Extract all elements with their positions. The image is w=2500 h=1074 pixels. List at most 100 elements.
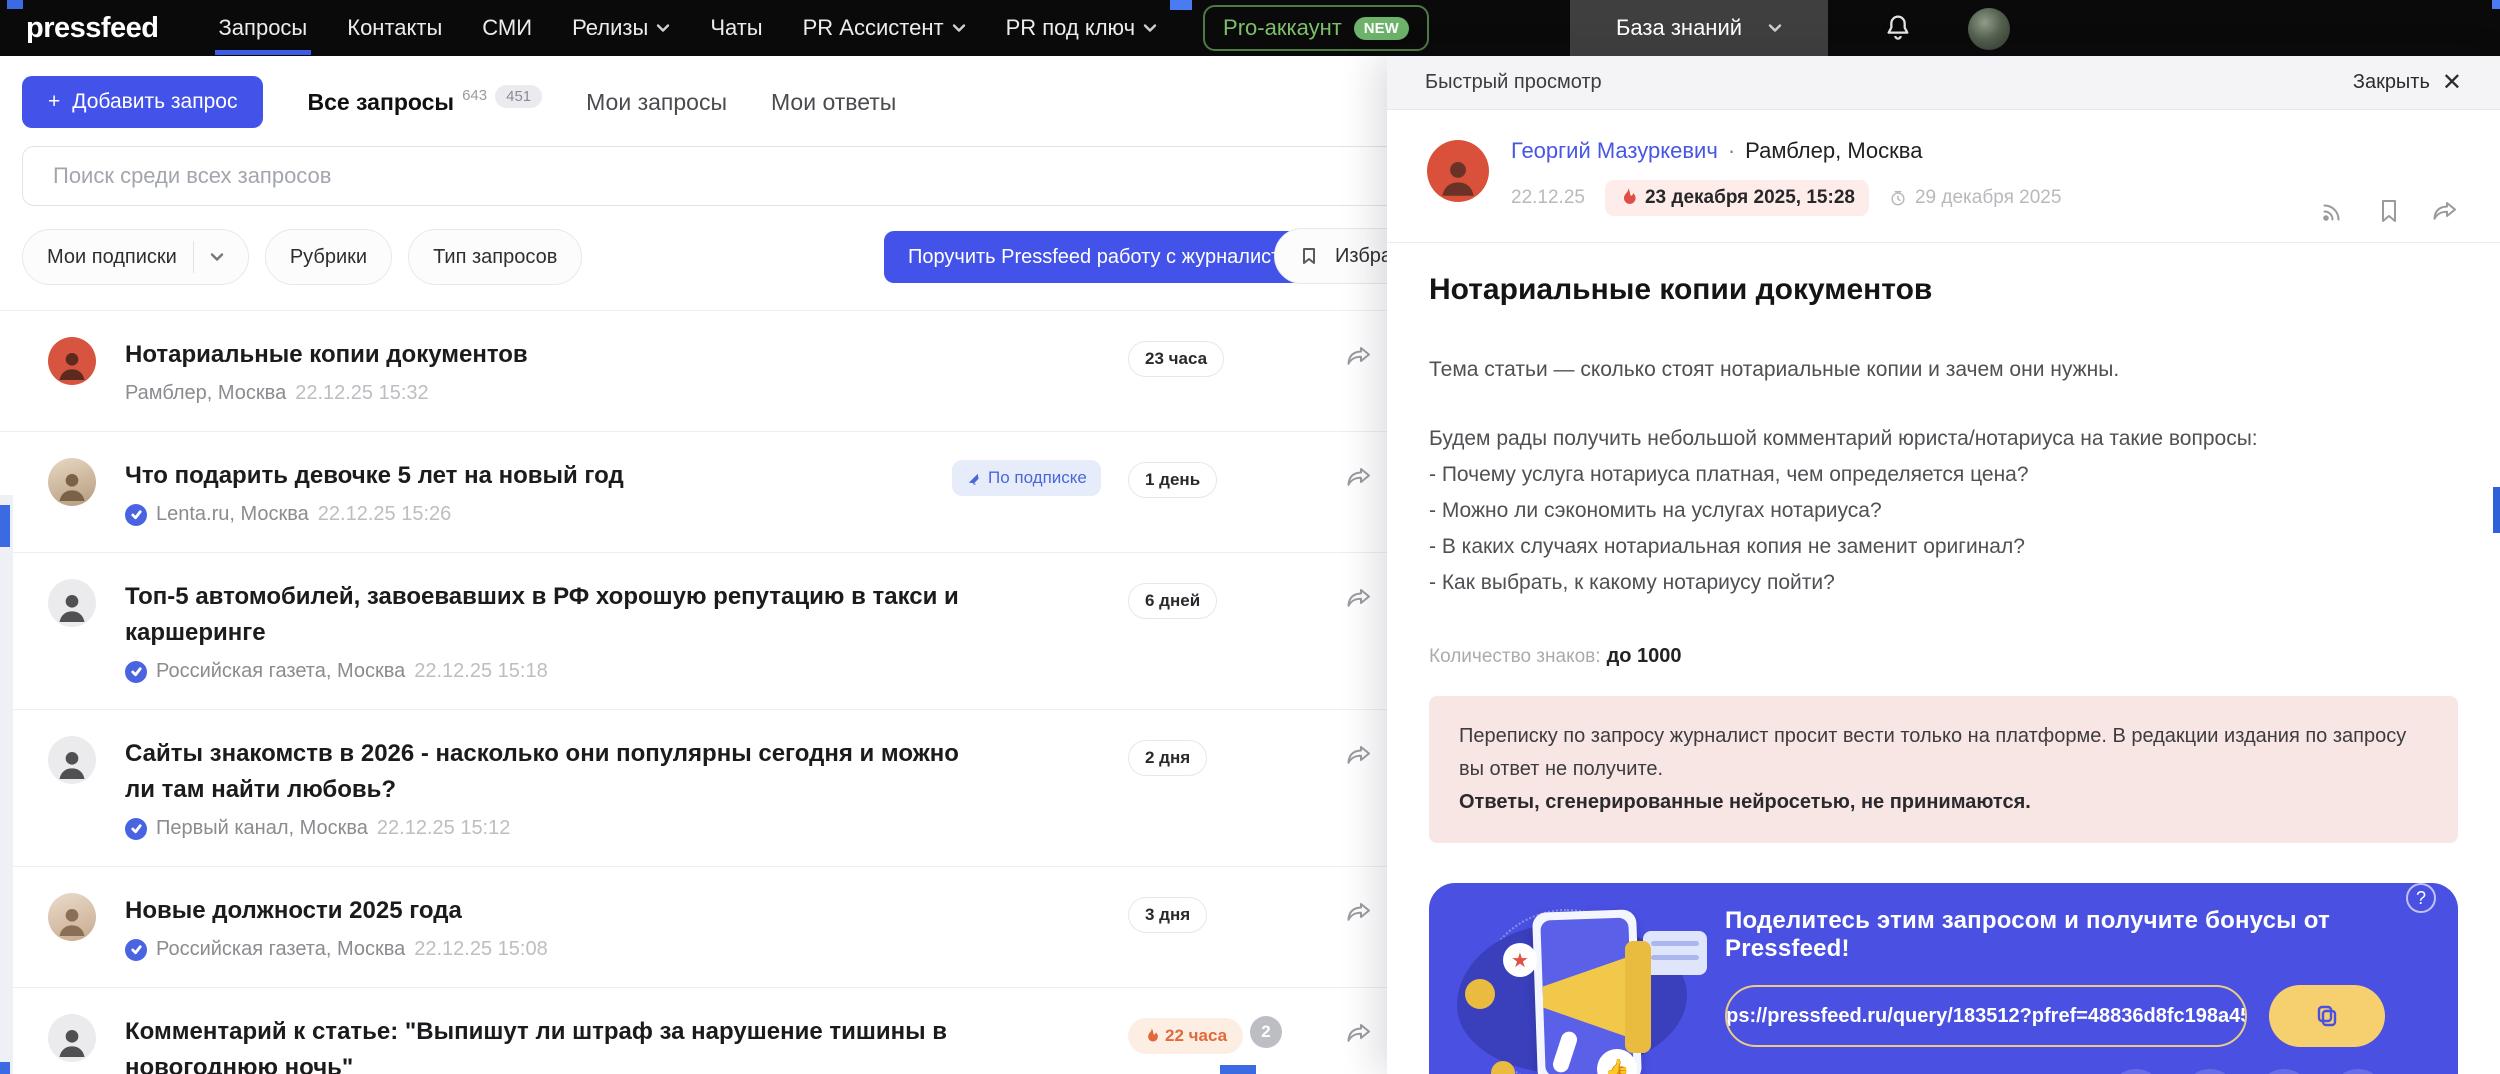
vk-icon[interactable]: VK [2257,1069,2311,1074]
add-request-button[interactable]: + Добавить запрос [22,76,263,128]
share-icon[interactable] [1344,583,1374,613]
plus-icon: + [48,90,60,114]
filter-my-subscriptions[interactable]: Мои подписки [22,229,249,285]
telegram-icon[interactable] [2109,1069,2163,1074]
author-source: Рамблер, Москва [1745,138,1922,164]
platform-notice: Переписку по запросу журналист просит ве… [1429,696,2458,843]
scrollbar-thumb[interactable] [2493,487,2500,533]
new-badge: NEW [1354,17,1409,40]
subscription-bell-icon [966,471,981,486]
time-left-badge: 2 дня [1128,740,1207,776]
quick-view-header: Быстрый просмотр Закрыть ✕ [1387,56,2500,110]
nav-item-chats[interactable]: Чаты [710,15,762,41]
request-title[interactable]: Сайты знакомств в 2026 - насколько они п… [125,736,980,808]
publish-date: 22.12.25 [1511,187,1585,209]
copy-icon [2313,1002,2341,1030]
edge-marker [1170,0,1192,10]
divider [193,241,194,273]
share-url-row: https://pressfeed.ru/query/183512?pfref=… [1725,985,2385,1047]
subscription-badge: По подписке [952,460,1101,496]
tab-my-requests[interactable]: Мои запросы [586,89,727,116]
time-left-badge: 6 дней [1128,583,1217,619]
request-title[interactable]: Что подарить девочке 5 лет на новый год [125,458,980,494]
window-edge-strip [0,495,13,1074]
request-details: Нотариальные копии документов Тема стать… [1387,243,2500,1074]
new-requests-count-badge: 451 [495,85,542,108]
edge-marker [0,505,10,547]
close-button[interactable]: Закрыть ✕ [2353,68,2462,97]
char-limit-value: до 1000 [1607,645,1682,667]
odnoklassniki-icon[interactable] [2331,1069,2385,1074]
nav-item-pr-turnkey[interactable]: PR под ключ [1006,15,1157,41]
valid-until: 29 декабря 2025 [1889,187,2061,209]
author-name-link[interactable]: Георгий Мазуркевич [1511,138,1718,164]
chevron-down-icon [952,21,966,35]
copy-link-button[interactable] [2269,985,2385,1047]
deadline-badge: 23 декабря 2025, 15:28 [1605,180,1869,216]
pro-account-button[interactable]: Pro-аккаунт NEW [1203,5,1429,51]
tab-all-requests[interactable]: Все запросы 643 451 [307,89,542,116]
tab-my-answers[interactable]: Мои ответы [771,89,896,116]
filter-request-types[interactable]: Тип запросов [408,229,582,285]
author-avatar[interactable] [1427,140,1489,202]
filter-rubrics[interactable]: Рубрики [265,229,392,285]
bookmark-icon[interactable] [2374,196,2404,226]
top-nav: pressfeed Запросы Контакты СМИ Релизы Ча… [0,0,2500,56]
megaphone-illustration: ★ 👍 [1447,893,1717,1074]
request-time: 22.12.25 15:32 [295,382,428,405]
notice-bold-text: Ответы, сгенерированные нейросетью, не п… [1459,786,2428,819]
share-icon[interactable] [1344,897,1374,927]
request-source: Рамблер, Москва [125,382,286,405]
edge-marker [0,1062,10,1074]
quick-view-panel: Быстрый просмотр Закрыть ✕ Георгий Мазур… [1387,56,2500,1074]
notifications-bell-icon[interactable] [1882,12,1914,44]
request-question: - Как выбрать, к какому нотариусу пойти? [1429,565,2458,601]
share-url-field[interactable]: https://pressfeed.ru/query/183512?pfref=… [1725,985,2247,1047]
request-title[interactable]: Комментарий к статье: "Выпишут ли штраф … [125,1014,980,1074]
request-time: 22.12.25 15:08 [414,938,547,961]
pro-account-label: Pro-аккаунт [1223,15,1342,41]
journalist-avatar [48,893,96,941]
request-question: - Можно ли сэкономить на услугах нотариу… [1429,493,2458,529]
user-avatar[interactable] [1968,8,2010,50]
bookmark-icon [1299,246,1319,266]
close-icon: ✕ [2442,68,2462,97]
journalist-avatar [48,736,96,784]
chevron-down-icon [656,21,670,35]
request-source: Lenta.ru, Москва [156,503,309,526]
verified-check-icon [125,661,147,683]
chevron-down-icon [1143,21,1157,35]
author-name-line: Георгий Мазуркевич · Рамблер, Москва [1511,138,2460,164]
nav-item-pr-assistant[interactable]: PR Ассистент [803,15,966,41]
request-title[interactable]: Новые должности 2025 года [125,893,980,929]
share-promo-banner: ★ 👍 ? Поделитесь этим запросом и получит… [1429,883,2458,1074]
time-left-badge: 1 день [1128,462,1217,498]
nav-menu: Запросы Контакты СМИ Релизы Чаты PR Асси… [219,15,1158,41]
knowledge-base-dropdown[interactable]: База знаний [1570,0,1828,56]
share-icon[interactable] [1344,1018,1374,1048]
nav-item-smi[interactable]: СМИ [482,15,532,41]
notice-text: Переписку по запросу журналист просит ве… [1459,720,2428,786]
pressfeed-logo[interactable]: pressfeed [26,12,159,45]
assign-pressfeed-button[interactable]: Поручить Pressfeed работу с журналистами [884,231,1340,283]
request-time: 22.12.25 15:26 [318,503,451,526]
promo-heading: Поделитесь этим запросом и получите бону… [1725,907,2425,963]
request-title[interactable]: Нотариальные копии документов [125,337,980,373]
pressfeed-app: pressfeed Запросы Контакты СМИ Релизы Ча… [0,0,2500,1074]
request-title: Нотариальные копии документов [1429,273,2458,307]
share-icon[interactable] [1344,740,1374,770]
journalist-avatar [48,458,96,506]
rss-subscribe-icon[interactable] [2318,196,2348,226]
nav-item-requests[interactable]: Запросы [219,15,308,41]
flame-icon [1144,1028,1159,1045]
whatsapp-icon[interactable] [2183,1069,2237,1074]
nav-item-releases[interactable]: Релизы [572,15,670,41]
share-icon[interactable] [1344,341,1374,371]
nav-item-contacts[interactable]: Контакты [347,15,442,41]
share-icon[interactable] [1344,462,1374,492]
responses-count-badge: 2 [1250,1016,1282,1048]
journalist-avatar [48,1014,96,1062]
journalist-avatar [48,337,96,385]
request-title[interactable]: Топ-5 автомобилей, завоевавших в РФ хоро… [125,579,980,651]
share-icon[interactable] [2430,196,2460,226]
